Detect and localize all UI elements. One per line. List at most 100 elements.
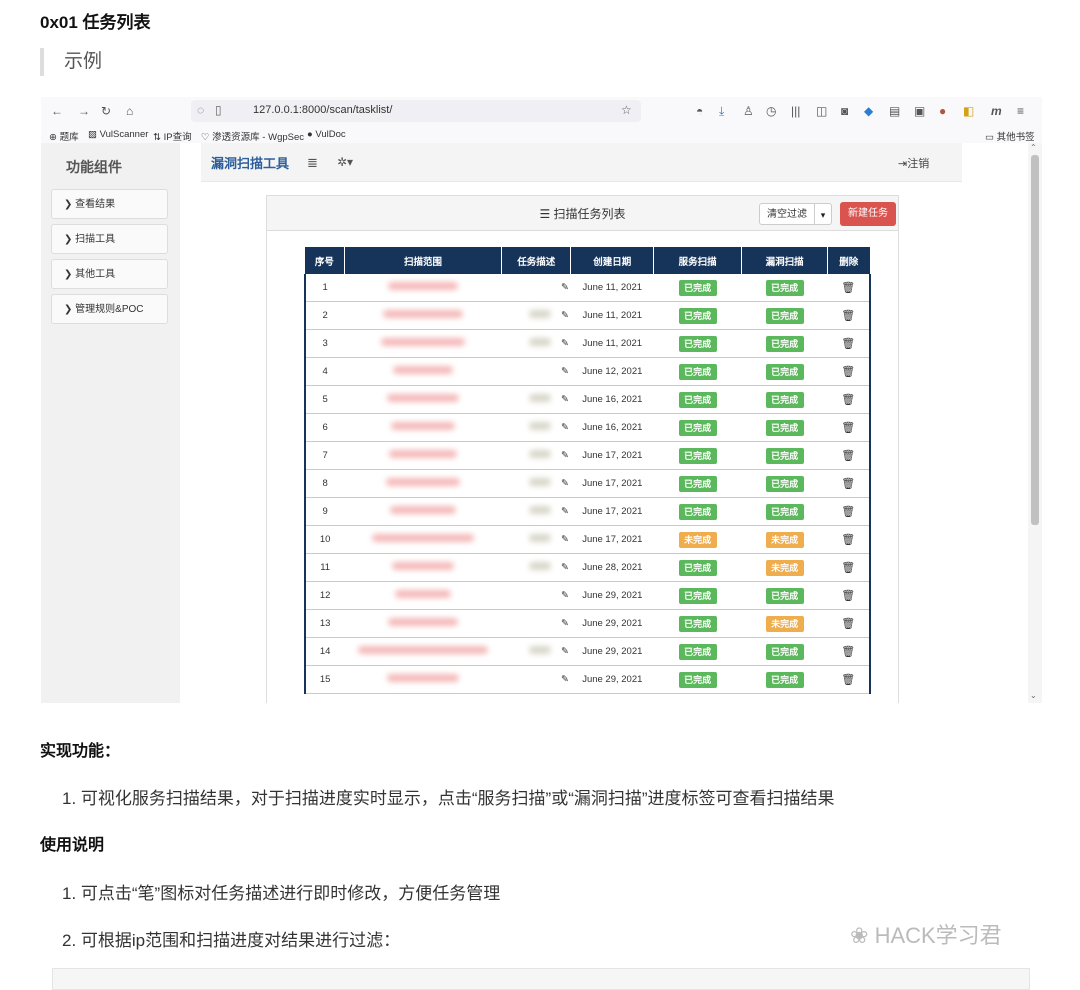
- service-scan-badge[interactable]: 已完成: [678, 615, 717, 632]
- save-icon[interactable]: ▣: [914, 104, 925, 118]
- bookmark-tiku[interactable]: ⊕ 题库: [49, 129, 79, 143]
- scroll-up-icon[interactable]: ⌃: [1030, 143, 1037, 152]
- trash-icon[interactable]: 🗑: [841, 506, 855, 518]
- settings-icon[interactable]: ✲▾: [337, 155, 353, 169]
- pencil-icon[interactable]: ✎: [561, 562, 569, 573]
- trash-icon[interactable]: 🗑: [841, 478, 855, 490]
- extension-m-icon[interactable]: m: [991, 104, 1002, 118]
- account-icon[interactable]: ♙: [743, 104, 754, 118]
- trash-icon[interactable]: 🗑: [841, 450, 855, 462]
- vuln-scan-badge[interactable]: 已完成: [765, 419, 804, 436]
- trash-icon[interactable]: 🗑: [841, 282, 855, 294]
- service-scan-badge[interactable]: 已完成: [678, 559, 717, 576]
- star-icon[interactable]: ☆: [621, 103, 632, 117]
- print-icon[interactable]: ▤: [889, 104, 900, 118]
- extension-icon[interactable]: ◙: [841, 104, 848, 118]
- service-scan-badge[interactable]: 未完成: [678, 531, 717, 548]
- extension-icon-3[interactable]: ●: [939, 104, 946, 118]
- pencil-icon[interactable]: ✎: [561, 366, 569, 377]
- scrollbar[interactable]: ⌃ ⌄: [1028, 143, 1042, 703]
- sidebar-item-results[interactable]: ❯ 查看结果: [51, 189, 168, 219]
- trash-icon[interactable]: 🗑: [841, 366, 855, 378]
- service-scan-badge[interactable]: 已完成: [678, 363, 717, 380]
- service-scan-badge[interactable]: 已完成: [678, 391, 717, 408]
- bookmark-ip[interactable]: ⇅ IP查询: [153, 129, 192, 143]
- trash-icon[interactable]: 🗑: [841, 562, 855, 574]
- history-icon[interactable]: ◷: [766, 104, 776, 118]
- pencil-icon[interactable]: ✎: [561, 618, 569, 629]
- brand-link[interactable]: 漏洞扫描工具: [211, 153, 289, 172]
- trash-icon[interactable]: 🗑: [841, 394, 855, 406]
- scroll-down-icon[interactable]: ⌄: [1030, 691, 1037, 700]
- vuln-scan-badge[interactable]: 已完成: [765, 363, 804, 380]
- vuln-scan-badge[interactable]: 已完成: [765, 503, 804, 520]
- service-scan-badge[interactable]: 已完成: [678, 643, 717, 660]
- vuln-scan-badge[interactable]: 未完成: [765, 559, 804, 576]
- list-menu-icon[interactable]: ≣: [307, 155, 318, 171]
- pencil-icon[interactable]: ✎: [561, 478, 569, 489]
- service-scan-badge[interactable]: 已完成: [678, 475, 717, 492]
- pencil-icon[interactable]: ✎: [561, 450, 569, 461]
- pencil-icon[interactable]: ✎: [561, 590, 569, 601]
- pencil-icon[interactable]: ✎: [561, 506, 569, 517]
- extension-icon-2[interactable]: ◆: [864, 104, 873, 118]
- service-scan-badge[interactable]: 已完成: [678, 307, 717, 324]
- trash-icon[interactable]: 🗑: [841, 646, 855, 658]
- clear-filter-button[interactable]: 清空过滤: [759, 203, 815, 225]
- vuln-scan-badge[interactable]: 未完成: [765, 531, 804, 548]
- pencil-icon[interactable]: ✎: [561, 282, 569, 293]
- sidebar-icon[interactable]: ◫: [816, 104, 827, 118]
- menu-icon[interactable]: ≡: [1017, 104, 1024, 118]
- pencil-icon[interactable]: ✎: [561, 338, 569, 349]
- other-bookmarks[interactable]: ▭ 其他书签: [985, 129, 1035, 143]
- vuln-scan-badge[interactable]: 已完成: [765, 335, 804, 352]
- pocket-icon[interactable]: ◓: [696, 104, 703, 118]
- trash-icon[interactable]: 🗑: [841, 422, 855, 434]
- sidebar-item-rules-poc[interactable]: ❯ 管理规则&POC: [51, 294, 168, 324]
- service-scan-badge[interactable]: 已完成: [678, 419, 717, 436]
- vuln-scan-badge[interactable]: 已完成: [765, 447, 804, 464]
- trash-icon[interactable]: 🗑: [841, 310, 855, 322]
- trash-icon[interactable]: 🗑: [841, 338, 855, 350]
- url-text[interactable]: 127.0.0.1:8000/scan/tasklist/: [253, 104, 392, 116]
- sidebar-item-scan-tools[interactable]: ❯ 扫描工具: [51, 224, 168, 254]
- service-scan-badge[interactable]: 已完成: [678, 279, 717, 296]
- vuln-scan-badge[interactable]: 已完成: [765, 307, 804, 324]
- service-scan-badge[interactable]: 已完成: [678, 587, 717, 604]
- filter-dropdown-button[interactable]: ▾: [814, 203, 832, 225]
- bookmark-vuldoc[interactable]: ● VulDoc: [307, 129, 346, 140]
- vuln-scan-badge[interactable]: 已完成: [765, 391, 804, 408]
- sidebar-item-other-tools[interactable]: ❯ 其他工具: [51, 259, 168, 289]
- pencil-icon[interactable]: ✎: [561, 674, 569, 685]
- download-icon[interactable]: ⤓: [719, 104, 724, 119]
- service-scan-badge[interactable]: 已完成: [678, 671, 717, 688]
- pencil-icon[interactable]: ✎: [561, 394, 569, 405]
- vuln-scan-badge[interactable]: 已完成: [765, 279, 804, 296]
- trash-icon[interactable]: 🗑: [841, 674, 855, 686]
- new-task-button[interactable]: 新建任务: [840, 202, 896, 226]
- trash-icon[interactable]: 🗑: [841, 618, 855, 630]
- pencil-icon[interactable]: ✎: [561, 422, 569, 433]
- reload-icon[interactable]: ↻: [101, 104, 111, 118]
- service-scan-badge[interactable]: 已完成: [678, 335, 717, 352]
- vuln-scan-badge[interactable]: 已完成: [765, 671, 804, 688]
- back-icon[interactable]: ←: [51, 104, 63, 118]
- pencil-icon[interactable]: ✎: [561, 534, 569, 545]
- vuln-scan-badge[interactable]: 已完成: [765, 587, 804, 604]
- forward-icon[interactable]: →: [78, 104, 90, 118]
- vuln-scan-badge[interactable]: 已完成: [765, 643, 804, 660]
- extension-icon-4[interactable]: ◧: [963, 104, 974, 118]
- vuln-scan-badge[interactable]: 未完成: [765, 615, 804, 632]
- vuln-scan-badge[interactable]: 已完成: [765, 475, 804, 492]
- trash-icon[interactable]: 🗑: [841, 534, 855, 546]
- home-icon[interactable]: ⌂: [126, 104, 133, 118]
- pencil-icon[interactable]: ✎: [561, 310, 569, 321]
- logout-link[interactable]: ⇥注销: [898, 155, 929, 171]
- trash-icon[interactable]: 🗑: [841, 590, 855, 602]
- bookmark-vulscanner[interactable]: ▨ VulScanner: [88, 129, 148, 140]
- pencil-icon[interactable]: ✎: [561, 646, 569, 657]
- bookmark-wgpsec[interactable]: ♡ 渗透资源库 - WgpSec: [201, 129, 304, 143]
- scrollbar-thumb[interactable]: [1031, 155, 1039, 525]
- service-scan-badge[interactable]: 已完成: [678, 503, 717, 520]
- library-icon[interactable]: |||: [791, 104, 800, 118]
